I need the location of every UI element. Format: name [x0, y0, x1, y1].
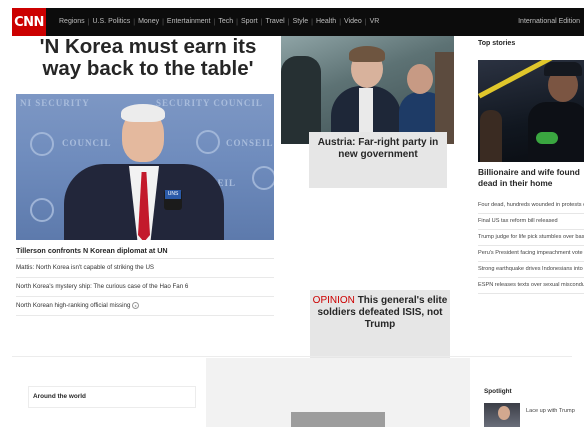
nav-item-regions[interactable]: Regions [56, 8, 88, 36]
wall-text: CONSEIL [226, 138, 274, 148]
list-item[interactable]: ESPN releases texts over sexual miscondu… [478, 278, 584, 294]
wall-text: COUNCIL [62, 138, 112, 148]
related-link[interactable]: Mattis: North Korea isn't capable of str… [16, 259, 274, 278]
hero-image[interactable]: NI SECURITY SECURITY COUNCIL COUNCIL NSE… [16, 94, 274, 240]
browser-frame: CNN Regions | U.S. Politics | Money | Enter… [12, 8, 584, 427]
around-the-world-section[interactable]: Around the world [28, 386, 196, 408]
section-divider [12, 356, 572, 357]
nav-item-health[interactable]: Health [313, 8, 339, 36]
image-figure [349, 46, 385, 62]
nav-item-vr[interactable]: VR [367, 8, 383, 36]
speaker-hair [121, 104, 165, 122]
edition-selector[interactable]: International Edition [518, 8, 580, 36]
image-figure [407, 64, 433, 94]
image-figure [528, 102, 584, 162]
un-emblem-icon [30, 132, 54, 156]
spotlight-text[interactable]: Lace up with Trump [526, 407, 584, 415]
list-item[interactable]: Strong earthquake drives Indonesians int… [478, 262, 584, 278]
austria-image[interactable] [281, 36, 454, 144]
site-header: CNN Regions | U.S. Politics | Money | Enter… [12, 8, 584, 36]
image-figure [359, 88, 373, 138]
top-stories-heading: Top stories [478, 40, 516, 47]
bottom-feature-thumbnail[interactable] [291, 412, 385, 427]
top-story-image[interactable] [478, 60, 584, 162]
nav-item-us-politics[interactable]: U.S. Politics [90, 8, 134, 36]
nav-item-travel[interactable]: Travel [263, 8, 288, 36]
nav-item-tech[interactable]: Tech [215, 8, 236, 36]
image-figure [536, 132, 558, 144]
wall-text: NI SECURITY [20, 98, 90, 108]
lead-link[interactable]: Tillerson confronts N Korean diplomat at… [16, 244, 274, 259]
list-item[interactable]: Peru's President facing impeachment vote [478, 246, 584, 262]
un-emblem-icon [252, 166, 274, 190]
wall-text: SECURITY COUNCIL [156, 98, 263, 108]
main-nav: Regions | U.S. Politics | Money | Entertain… [56, 8, 382, 36]
spotlight-face [498, 406, 510, 420]
nav-item-style[interactable]: Style [290, 8, 312, 36]
nav-item-video[interactable]: Video [341, 8, 365, 36]
related-links: Tillerson confronts N Korean diplomat at… [16, 244, 274, 316]
un-emblem-icon [30, 198, 54, 222]
gallery-icon: ▸ [132, 301, 140, 309]
related-link[interactable]: North Korea's mystery ship: The curious … [16, 278, 274, 297]
top-stories-list: Four dead, hundreds wounded in protests … [478, 198, 584, 294]
spotlight-heading: Spotlight [484, 388, 512, 395]
opinion-label: OPINION [312, 295, 355, 306]
main-headline[interactable]: 'N Korea must earn its way back to the t… [20, 36, 276, 80]
top-story-headline[interactable]: Billionaire and wife found dead in their… [478, 167, 584, 189]
opinion-story-title: OPINION This general's elite soldiers de… [310, 295, 450, 331]
opinion-story-card[interactable]: OPINION This general's elite soldiers de… [310, 290, 450, 358]
nav-item-sport[interactable]: Sport [238, 8, 261, 36]
related-link[interactable]: North Korean high-ranking official missi… [16, 297, 274, 316]
austria-story-title: Austria: Far-right party in new governme… [317, 137, 439, 160]
list-item[interactable]: Final US tax reform bill released [478, 214, 584, 230]
nav-item-money[interactable]: Money [135, 8, 162, 36]
list-item[interactable]: Four dead, hundreds wounded in protests … [478, 198, 584, 214]
mic-flag: UNS [165, 190, 181, 199]
un-emblem-icon [196, 130, 220, 154]
image-figure [544, 62, 582, 76]
image-figure [480, 110, 502, 162]
related-link-text: North Korean high-ranking official missi… [16, 302, 131, 309]
image-figure [281, 56, 321, 144]
cnn-logo[interactable]: CNN [12, 8, 46, 36]
austria-story-card[interactable]: Austria: Far-right party in new governme… [309, 132, 447, 188]
list-item[interactable]: Trump judge for life pick stumbles over … [478, 230, 584, 246]
nav-item-entertainment[interactable]: Entertainment [164, 8, 214, 36]
image-figure [435, 52, 454, 144]
